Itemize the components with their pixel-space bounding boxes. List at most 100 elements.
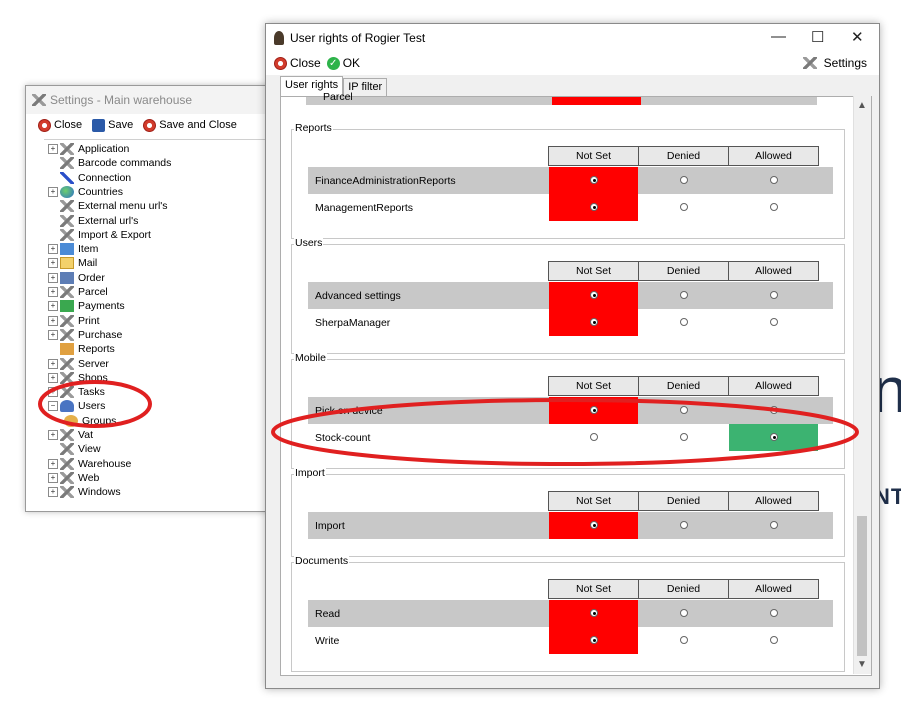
column-header-allowed: Allowed [728, 491, 819, 511]
expand-icon[interactable]: + [48, 458, 58, 469]
radio-button[interactable] [680, 176, 688, 184]
radio-button[interactable] [590, 406, 598, 414]
tree-item-label: Order [78, 271, 105, 284]
tree-item[interactable]: + Countries [48, 185, 123, 199]
tree-item[interactable]: + Purchase [48, 328, 122, 342]
radio-button[interactable] [680, 203, 688, 211]
tree-item[interactable]: Groups [64, 414, 116, 428]
permission-cell-denied [639, 194, 728, 221]
tree-item[interactable]: + Payments [48, 299, 125, 313]
expand-icon[interactable]: + [48, 272, 58, 283]
users-icon [60, 400, 74, 413]
user-rights-window: User rights of Rogier Test — ☐ ✕ Close ✓… [265, 23, 880, 689]
radio-button[interactable] [680, 521, 688, 529]
tree-item[interactable]: + Item [48, 242, 98, 256]
radio-button[interactable] [770, 291, 778, 299]
expand-icon[interactable]: + [48, 186, 58, 197]
settings-save-button[interactable]: Save [92, 118, 133, 132]
expand-icon[interactable]: + [48, 301, 58, 312]
radio-button[interactable] [680, 609, 688, 617]
radio-button[interactable] [770, 636, 778, 644]
permission-label: FinanceAdministrationReports [315, 175, 456, 187]
radio-button[interactable] [770, 433, 778, 441]
radio-button[interactable] [590, 318, 598, 326]
rights-close-button[interactable]: Close [274, 56, 321, 70]
expand-icon[interactable]: + [48, 472, 58, 483]
radio-button[interactable] [680, 318, 688, 326]
radio-button[interactable] [590, 176, 598, 184]
settings-save-close-button[interactable]: Save and Close [143, 118, 237, 132]
expand-icon[interactable]: + [48, 315, 58, 326]
minimize-button[interactable]: — [771, 28, 786, 45]
tree-item[interactable]: Connection [48, 171, 131, 185]
radio-button[interactable] [590, 609, 598, 617]
tree-item-label: Vat [78, 429, 93, 441]
expand-icon[interactable]: + [48, 329, 58, 340]
tree-item[interactable]: + Order [48, 271, 105, 285]
radio-button[interactable] [770, 521, 778, 529]
scrollbar-thumb[interactable] [857, 516, 867, 656]
radio-button[interactable] [590, 291, 598, 299]
item-icon [60, 243, 74, 256]
scroll-down-icon[interactable]: ▼ [857, 659, 867, 670]
permission-cell-allowed [729, 282, 818, 309]
vertical-scrollbar[interactable]: ▲ ▼ [853, 96, 871, 674]
tree-item[interactable]: + Parcel [48, 285, 108, 299]
radio-button[interactable] [770, 318, 778, 326]
permission-cell-not-set [549, 194, 638, 221]
expand-icon[interactable]: + [48, 358, 58, 369]
tools-icon [60, 200, 74, 213]
tree-item[interactable]: External url's [48, 214, 138, 228]
tree-item[interactable]: + Application [48, 142, 129, 156]
tree-item[interactable]: Reports [48, 342, 115, 356]
tree-item[interactable]: + Windows [48, 485, 121, 499]
expand-icon[interactable]: + [48, 372, 58, 383]
tree-item[interactable]: + Mail [48, 256, 97, 270]
expand-icon[interactable]: + [48, 287, 58, 297]
window-close-button[interactable]: ✕ [851, 28, 864, 46]
tree-item[interactable]: + Shops [48, 371, 108, 385]
collapse-icon[interactable]: − [48, 401, 58, 412]
tree-item[interactable]: View [48, 442, 101, 456]
tree-item[interactable]: External menu url's [48, 199, 168, 213]
permission-cell-not-set [549, 167, 638, 194]
tree-item[interactable]: + Warehouse [48, 457, 131, 471]
radio-button[interactable] [770, 203, 778, 211]
tree-item[interactable]: Barcode commands [48, 156, 171, 170]
expand-icon[interactable]: + [48, 430, 58, 440]
globe-icon [60, 185, 74, 198]
tree-item[interactable]: + Vat [48, 428, 93, 442]
expand-icon[interactable]: + [48, 144, 58, 154]
tree-item[interactable]: − Users [48, 399, 105, 413]
tree-item[interactable]: + Server [48, 357, 109, 371]
permission-cell-allowed [729, 512, 818, 539]
expand-icon[interactable]: + [48, 244, 58, 255]
radio-button[interactable] [590, 521, 598, 529]
radio-button[interactable] [680, 636, 688, 644]
permission-cell-allowed [729, 309, 818, 336]
rights-ok-button[interactable]: ✓ OK [326, 56, 360, 70]
radio-button[interactable] [770, 176, 778, 184]
radio-button[interactable] [680, 291, 688, 299]
tree-item[interactable]: + Web [48, 471, 99, 485]
maximize-button[interactable]: ☐ [811, 28, 824, 46]
permission-cell-not-set [549, 600, 638, 627]
scroll-up-icon[interactable]: ▲ [857, 100, 867, 111]
settings-close-button[interactable]: Close [38, 118, 82, 132]
radio-button[interactable] [590, 433, 598, 441]
tree-item[interactable]: Import & Export [48, 228, 151, 242]
radio-button[interactable] [680, 433, 688, 441]
radio-button[interactable] [770, 609, 778, 617]
radio-button[interactable] [680, 406, 688, 414]
expand-icon[interactable]: + [48, 258, 58, 269]
rights-settings-button[interactable]: Settings [802, 56, 867, 70]
expand-icon[interactable]: + [48, 387, 58, 398]
permission-cell-allowed [729, 397, 818, 424]
radio-button[interactable] [590, 636, 598, 644]
tree-item[interactable]: + Tasks [48, 385, 105, 399]
radio-button[interactable] [590, 203, 598, 211]
tree-item[interactable]: + Print [48, 314, 100, 328]
expand-icon[interactable]: + [48, 487, 58, 498]
radio-button[interactable] [770, 406, 778, 414]
permission-cell-not-set [549, 627, 638, 654]
